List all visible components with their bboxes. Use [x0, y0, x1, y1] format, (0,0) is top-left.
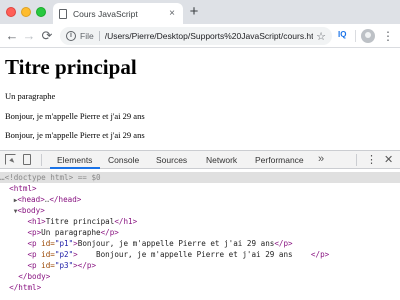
doctype-node: <!doctype html> [4, 173, 74, 182]
dom-line-p[interactable]: <p>Un paragraphe</p> [0, 227, 400, 238]
toolbar-divider [355, 30, 356, 42]
close-tab-icon[interactable]: × [167, 8, 177, 19]
browser-tab[interactable]: Cours JavaScript × [53, 3, 183, 24]
p1-close-tag: </p> [274, 239, 293, 248]
page-heading: Titre principal [5, 55, 137, 79]
tab-strip: Cours JavaScript × + [0, 0, 400, 24]
bookmark-star-icon[interactable]: ☆ [316, 30, 326, 43]
devtools-divider [41, 154, 42, 166]
p3-attr-name: id= [41, 261, 55, 270]
head-open-tag: <head> [17, 195, 45, 204]
p1-open-tag: <p [27, 239, 42, 248]
p2-open-tag: <p [27, 250, 42, 259]
tab-performance[interactable]: Performance [255, 155, 304, 165]
minimize-window-button[interactable] [21, 7, 31, 17]
h1-close-tag: </h1> [114, 217, 138, 226]
p3-close-tag: </p> [77, 261, 97, 270]
document-icon [59, 8, 67, 19]
dom-line-h1[interactable]: <h1>Titre principal</h1> [0, 216, 400, 227]
dom-line-html[interactable]: <html> [0, 183, 400, 194]
p1-text: Bonjour, je m'appelle Pierre et j'ai 29 … [77, 239, 275, 248]
browser-toolbar: ← → ⟳ i File /Users/Pierre/Desktop/Suppo… [0, 24, 400, 48]
p-open-tag: <p> [27, 228, 42, 237]
p2-attr-name: id= [41, 250, 55, 259]
dom-line-html-close[interactable]: </html> [0, 282, 400, 293]
head-close-tag: </head> [49, 195, 82, 204]
dom-line-body[interactable]: ▼<body> [0, 205, 400, 216]
devtools-menu-icon[interactable]: ⋮ [366, 153, 377, 166]
address-bar[interactable]: i File /Users/Pierre/Desktop/Supports%20… [60, 27, 332, 45]
p2-close-tag: </p> [310, 250, 330, 259]
more-tabs-icon[interactable]: » [318, 153, 324, 165]
tab-elements[interactable]: Elements [57, 155, 92, 165]
url-text[interactable]: /Users/Pierre/Desktop/Supports%20JavaScr… [105, 31, 313, 41]
h1-text: Titre principal [45, 217, 115, 226]
tab-title: Cours JavaScript [73, 8, 138, 19]
p3-open-tag: <p [27, 261, 42, 270]
p1-attr-value: "p1" [54, 239, 74, 248]
p2-attr-value: "p2" [54, 250, 74, 259]
inspect-element-icon[interactable] [5, 154, 16, 165]
devtools-tabbar: Elements Console Sources Network Perform… [0, 151, 400, 169]
dom-line-p1[interactable]: <p id="p1">Bonjour, je m'appelle Pierre … [0, 238, 400, 249]
devtools-divider-right [356, 154, 357, 166]
page-viewport: Titre principal Un paragraphe Bonjour, j… [0, 48, 400, 150]
html-close-tag: </html> [9, 283, 42, 292]
h1-open-tag: <h1> [27, 217, 46, 226]
body-open-tag: <body> [17, 206, 45, 215]
tab-sources[interactable]: Sources [156, 155, 187, 165]
p2-text: Bonjour, je m'appelle Pierre et j'ai 29 … [77, 250, 311, 259]
dom-line-body-close[interactable]: </body> [0, 271, 400, 282]
dom-line-head[interactable]: ▶<head>…</head> [0, 194, 400, 205]
dom-tree: …<!doctype html> == $0 <html> ▶<head>…</… [0, 170, 400, 300]
new-tab-button[interactable]: + [186, 4, 202, 20]
devtools-panel: Elements Console Sources Network Perform… [0, 150, 400, 300]
device-toolbar-icon[interactable] [23, 154, 31, 165]
extension-iq-icon[interactable]: IQ [338, 30, 346, 39]
p1-attr-name: id= [41, 239, 55, 248]
dom-line-p2[interactable]: <p id="p2"> Bonjour, je m'appelle Pierre… [0, 249, 400, 260]
back-button[interactable]: ← [4, 28, 20, 44]
paragraph-p1: Bonjour, je m'appelle Pierre et j'ai 29 … [5, 111, 145, 121]
active-tab-indicator [50, 167, 100, 169]
html-open-tag: <html> [9, 184, 37, 193]
body-close-tag: </body> [18, 272, 51, 281]
close-devtools-icon[interactable]: ✕ [384, 153, 393, 166]
tab-network[interactable]: Network [206, 155, 237, 165]
maximize-window-button[interactable] [36, 7, 46, 17]
tab-console[interactable]: Console [108, 155, 139, 165]
omnibox-divider [98, 31, 100, 41]
browser-menu-icon[interactable]: ⋮ [382, 28, 394, 44]
close-window-button[interactable] [6, 7, 16, 17]
p3-attr-value: "p3" [54, 261, 74, 270]
forward-button[interactable]: → [21, 28, 37, 44]
dom-line-p3[interactable]: <p id="p3"></p> [0, 260, 400, 271]
p-close-tag: </p> [100, 228, 119, 237]
dom-line-doctype[interactable]: …<!doctype html> == $0 [0, 172, 400, 183]
scheme-label: File [80, 31, 94, 41]
p-text: Un paragraphe [41, 228, 101, 237]
info-icon[interactable]: i [66, 31, 76, 41]
selected-marker: == $0 [77, 173, 101, 182]
paragraph-p2: Bonjour, je m'appelle Pierre et j'ai 29 … [5, 130, 145, 140]
profile-avatar-icon[interactable] [361, 29, 375, 43]
paragraph: Un paragraphe [5, 91, 56, 101]
reload-button[interactable]: ⟳ [39, 28, 55, 44]
